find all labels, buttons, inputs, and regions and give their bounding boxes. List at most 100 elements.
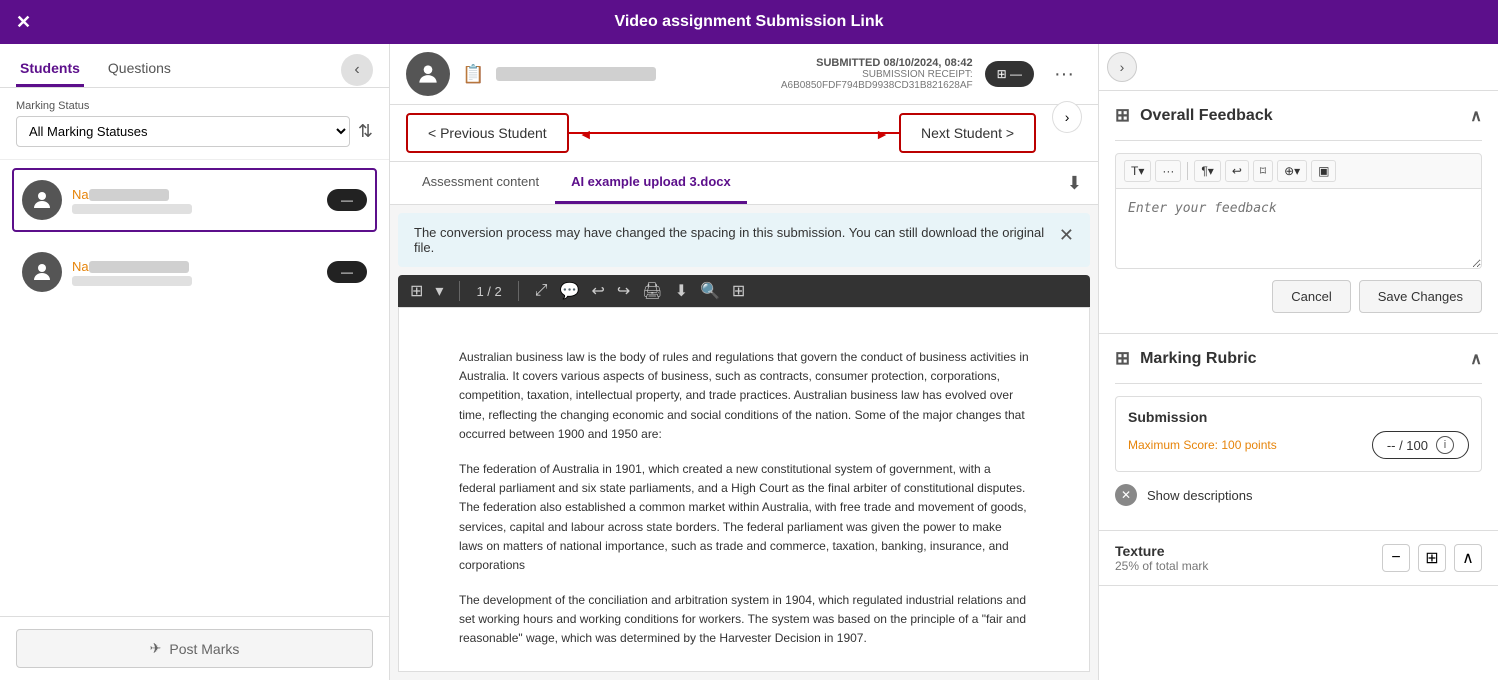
- marking-status-select[interactable]: All Marking Statuses: [16, 116, 350, 147]
- print-icon[interactable]: 🖨: [642, 281, 662, 301]
- post-marks-label: Post Marks: [169, 641, 239, 657]
- texture-title: Texture: [1115, 543, 1208, 559]
- download-icon[interactable]: ⬇: [1067, 173, 1082, 194]
- editor-toolbar: T▾ ··· ¶▾ ↩ ⌑ ⊕▾ ▣: [1115, 153, 1482, 189]
- post-marks-icon: ✈: [150, 640, 162, 657]
- score-value: -- / 100: [1387, 438, 1428, 453]
- marking-rubric-header[interactable]: ⊞ Marking Rubric ∧: [1099, 334, 1498, 383]
- texture-content: Texture 25% of total mark − ⊞ ∧: [1099, 531, 1498, 585]
- student-name: Na: [72, 259, 319, 274]
- external-link-icon[interactable]: ⤢: [535, 282, 548, 300]
- navigation-bar: < Previous Student ◄ ► Next Student > ›: [390, 105, 1098, 162]
- tab-assessment-content[interactable]: Assessment content: [406, 162, 555, 204]
- link-button[interactable]: ⌑: [1253, 160, 1273, 182]
- header-title: Video assignment Submission Link: [614, 13, 883, 31]
- student-info: Na: [72, 187, 319, 214]
- undo-editor-button[interactable]: ↩: [1225, 160, 1249, 182]
- view-dropdown-icon[interactable]: ▾: [435, 281, 443, 301]
- doc-content[interactable]: Australian business law is the body of r…: [398, 307, 1090, 672]
- filter-label: Marking Status: [16, 100, 373, 112]
- more-options-button[interactable]: ···: [1046, 59, 1082, 90]
- student-list: Na — Na —: [0, 160, 389, 616]
- tab-file[interactable]: AI example upload 3.docx: [555, 162, 747, 204]
- rubric-icon: ⊞: [1115, 348, 1130, 369]
- search-doc-icon[interactable]: 🔍: [700, 281, 720, 301]
- comment-icon[interactable]: 💬: [560, 281, 580, 301]
- text-format-button[interactable]: T▾: [1124, 160, 1151, 182]
- banner-close-button[interactable]: ✕: [1059, 225, 1074, 246]
- right-panel: › ⊞ Overall Feedback ∧ T▾ ··· ¶▾ ↩ ⌑ ⊕▾ …: [1098, 44, 1498, 680]
- left-arrow-icon: ◄: [579, 126, 593, 142]
- insert-button[interactable]: ⊕▾: [1277, 160, 1307, 182]
- info-icon[interactable]: i: [1436, 436, 1454, 454]
- app-header: ✕ Video assignment Submission Link: [0, 0, 1498, 44]
- feedback-editor: T▾ ··· ¶▾ ↩ ⌑ ⊕▾ ▣ Cancel Save Changes: [1099, 141, 1498, 333]
- content-tab-bar: Assessment content AI example upload 3.d…: [390, 162, 1098, 205]
- score-row: Maximum Score: 100 points -- / 100 i: [1128, 431, 1469, 459]
- expand-panel-button[interactable]: ›: [1052, 101, 1082, 133]
- sidebar-collapse-button[interactable]: ‹: [341, 54, 373, 86]
- overall-feedback-header[interactable]: ⊞ Overall Feedback ∧: [1099, 91, 1498, 140]
- save-changes-button[interactable]: Save Changes: [1359, 280, 1482, 313]
- rubric-collapse-arrow-icon[interactable]: ∧: [1470, 349, 1482, 369]
- sort-icon[interactable]: ⇅: [358, 121, 373, 142]
- cancel-button[interactable]: Cancel: [1272, 280, 1350, 313]
- main-layout: Students Questions ‹ Marking Status All …: [0, 44, 1498, 680]
- student-header-meta: SUBMITTED 08/10/2024, 08:42 SUBMISSION R…: [668, 57, 972, 91]
- page-indicator: 1 / 2: [476, 284, 501, 299]
- student-name: Na: [72, 187, 319, 202]
- texture-controls: − ⊞ ∧: [1382, 544, 1482, 572]
- show-descriptions-row: ✕ Show descriptions: [1115, 484, 1482, 506]
- list-item[interactable]: Na —: [12, 168, 377, 232]
- student-badge: —: [327, 189, 367, 211]
- close-icon[interactable]: ✕: [16, 12, 31, 33]
- content-area: 📋 SUBMITTED 08/10/2024, 08:42 SUBMISSION…: [390, 44, 1098, 680]
- tab-students[interactable]: Students: [16, 52, 84, 87]
- rubric-submission-card: Submission Maximum Score: 100 points -- …: [1115, 396, 1482, 472]
- collapse-arrow-icon[interactable]: ∧: [1470, 106, 1482, 126]
- expand-right-panel-button[interactable]: ›: [1107, 52, 1137, 82]
- paragraph-button[interactable]: ¶▾: [1194, 160, 1220, 182]
- student-badge: —: [327, 261, 367, 283]
- sidebar: Students Questions ‹ Marking Status All …: [0, 44, 390, 680]
- media-button[interactable]: ▣: [1311, 160, 1336, 182]
- doc-paragraph-3: The development of the conciliation and …: [459, 591, 1029, 649]
- texture-add-button[interactable]: ⊞: [1418, 544, 1446, 572]
- undo-icon[interactable]: ↩: [591, 281, 604, 301]
- info-banner: The conversion process may have changed …: [398, 213, 1090, 267]
- redo-icon[interactable]: ↪: [617, 281, 630, 301]
- texture-percent: 25% of total mark: [1115, 559, 1208, 573]
- student-info: Na: [72, 259, 319, 286]
- doc-paragraph-2: The federation of Australia in 1901, whi…: [459, 460, 1029, 575]
- avatar: [406, 52, 450, 96]
- texture-decrease-button[interactable]: −: [1382, 544, 1410, 572]
- texture-header-row: Texture 25% of total mark − ⊞ ∧: [1115, 543, 1482, 573]
- list-item[interactable]: Na —: [12, 240, 377, 304]
- sidebar-footer: ✈ Post Marks: [0, 616, 389, 680]
- rubric-content: Submission Maximum Score: 100 points -- …: [1099, 384, 1498, 530]
- layout-icon[interactable]: ⊞: [410, 281, 423, 301]
- grid-view-button[interactable]: ⊞ —: [985, 61, 1034, 87]
- texture-increase-button[interactable]: ∧: [1454, 544, 1482, 572]
- feedback-input[interactable]: [1115, 189, 1482, 269]
- tab-questions[interactable]: Questions: [104, 52, 175, 87]
- show-descriptions-toggle[interactable]: ✕: [1115, 484, 1137, 506]
- annotation-icon: 📋: [462, 64, 484, 85]
- texture-info: Texture 25% of total mark: [1115, 543, 1208, 573]
- more-format-button[interactable]: ···: [1155, 160, 1181, 182]
- doc-toolbar: ⊞ ▾ 1 / 2 ⤢ 💬 ↩ ↪ 🖨 ⬇ 🔍 ⊞: [398, 275, 1090, 307]
- grid-doc-icon[interactable]: ⊞: [732, 281, 745, 301]
- marking-rubric-section: ⊞ Marking Rubric ∧ Submission Maximum Sc…: [1099, 334, 1498, 531]
- texture-section: Texture 25% of total mark − ⊞ ∧: [1099, 531, 1498, 586]
- max-score-label: Maximum Score: 100 points: [1128, 438, 1277, 452]
- download-doc-icon[interactable]: ⬇: [675, 281, 688, 301]
- post-marks-button[interactable]: ✈ Post Marks: [16, 629, 373, 668]
- overall-feedback-section: ⊞ Overall Feedback ∧ T▾ ··· ¶▾ ↩ ⌑ ⊕▾ ▣: [1099, 91, 1498, 334]
- filter-row: All Marking Statuses ⇅: [16, 116, 373, 147]
- avatar: [22, 180, 62, 220]
- student-header-bar: 📋 SUBMITTED 08/10/2024, 08:42 SUBMISSION…: [390, 44, 1098, 105]
- student-sub: [72, 276, 192, 286]
- next-student-button[interactable]: Next Student >: [899, 113, 1036, 153]
- score-badge: -- / 100 i: [1372, 431, 1469, 459]
- prev-student-button[interactable]: < Previous Student: [406, 113, 569, 153]
